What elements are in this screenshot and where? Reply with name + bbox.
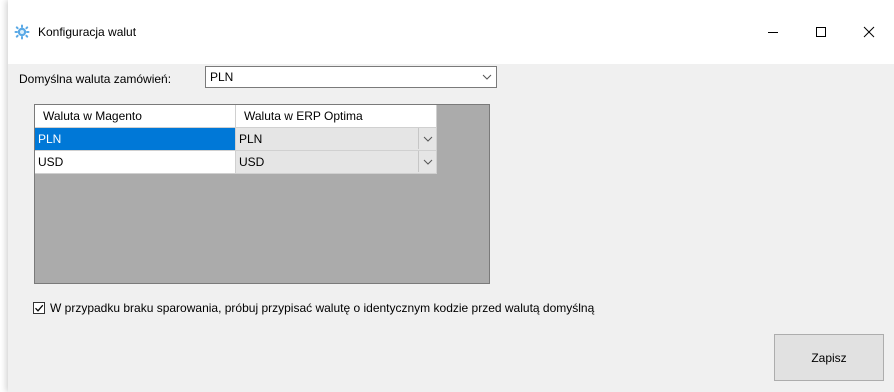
close-button[interactable]: [846, 18, 892, 46]
window-title: Konfiguracja walut: [38, 25, 137, 39]
table-row[interactable]: PLN PLN: [35, 128, 437, 151]
chevron-down-icon: [418, 128, 437, 149]
erp-currency-select[interactable]: PLN: [236, 128, 437, 151]
table-row[interactable]: USD USD: [35, 151, 437, 174]
magento-currency-cell[interactable]: PLN: [35, 128, 236, 151]
config-window: Konfiguracja walut Domyślna waluta zamów…: [8, 0, 894, 392]
minimize-button[interactable]: [750, 18, 796, 46]
close-icon: [863, 26, 875, 38]
minimize-icon: [768, 32, 778, 33]
column-header-magento[interactable]: Waluta w Magento: [35, 105, 236, 128]
default-currency-label: Domyślna waluta zamówień:: [19, 72, 172, 86]
default-currency-select[interactable]: PLN: [205, 66, 497, 88]
default-currency-value: PLN: [210, 70, 234, 84]
erp-currency-select[interactable]: USD: [236, 151, 437, 174]
app-gear-icon: [14, 24, 30, 40]
currency-mapping-grid: Waluta w Magento Waluta w ERP Optima PLN…: [34, 104, 490, 284]
maximize-icon: [816, 27, 826, 37]
grid-header-row: Waluta w Magento Waluta w ERP Optima: [35, 105, 437, 128]
content-area: Domyślna waluta zamówień: PLN Waluta w M…: [8, 64, 894, 392]
chevron-down-icon: [418, 151, 437, 172]
erp-currency-value: PLN: [239, 132, 263, 146]
title-bar: Konfiguracja walut: [8, 0, 894, 64]
magento-currency-cell[interactable]: USD: [35, 151, 236, 174]
checkmark-icon: [35, 304, 44, 312]
column-header-erp[interactable]: Waluta w ERP Optima: [236, 105, 437, 128]
fallback-checkbox-label: W przypadku braku sparowania, próbuj prz…: [50, 301, 595, 315]
chevron-down-icon: [478, 67, 496, 87]
fallback-checkbox[interactable]: [33, 302, 45, 314]
save-button[interactable]: Zapisz: [774, 334, 884, 381]
maximize-button[interactable]: [798, 18, 844, 46]
fallback-option[interactable]: W przypadku braku sparowania, próbuj prz…: [33, 301, 594, 315]
erp-currency-value: USD: [239, 155, 265, 169]
